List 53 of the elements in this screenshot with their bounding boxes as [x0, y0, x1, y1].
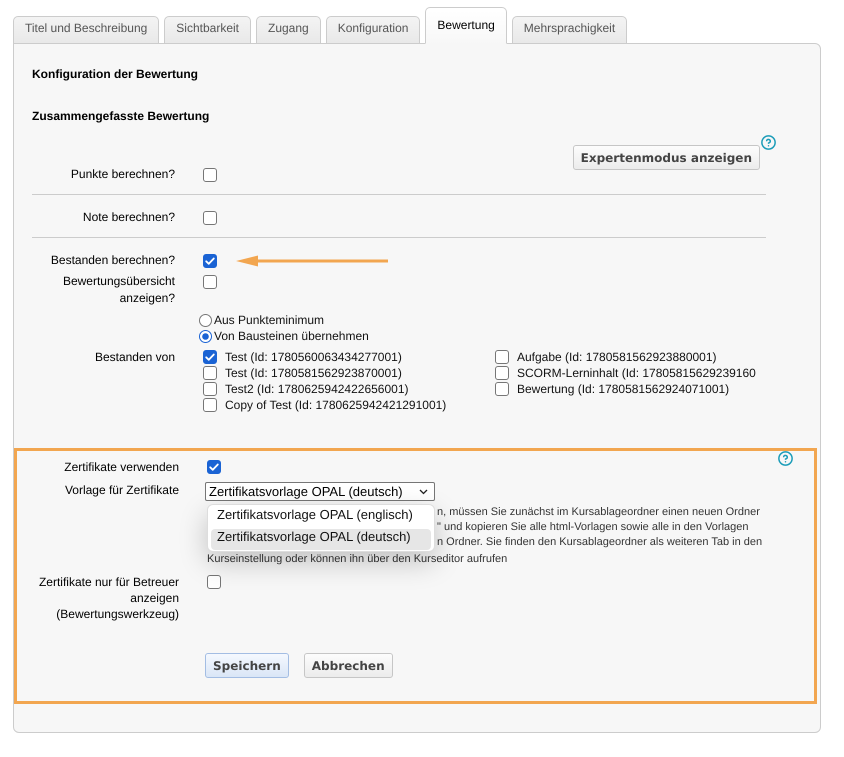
radio-button[interactable] [199, 330, 212, 342]
dropdown-option[interactable]: Zertifikatsvorlage OPAL (englisch) [211, 507, 431, 528]
help-icon[interactable] [778, 451, 793, 466]
field-label: Zertifikate verwenden [63, 459, 179, 475]
subsection-heading: Zusammengefasste Bewertung [32, 108, 210, 124]
tab[interactable]: Mehrsprachigkeit [512, 16, 628, 44]
option-label[interactable]: Test2 (Id: 1780625942422656001) [225, 381, 408, 397]
checkbox[interactable] [207, 460, 221, 474]
help-text: " und kopieren Sie alle html-Vorlagen sowie alle in den Vorlagen [437, 520, 748, 535]
field-label: Punkte berechnen? [70, 166, 175, 183]
radio-button[interactable] [199, 314, 212, 326]
tab[interactable]: Konfiguration [326, 16, 420, 44]
checkbox[interactable] [207, 575, 221, 589]
field-label: Note berechnen? [82, 209, 175, 226]
tab[interactable]: Bewertung [425, 7, 507, 44]
checkbox[interactable] [203, 350, 217, 364]
checkbox[interactable] [203, 274, 217, 288]
option-label[interactable]: SCORM-Lerninhalt (Id: 17805815629239160 [517, 365, 756, 381]
option-label[interactable]: Test (Id: 1780581562923870001) [225, 365, 402, 381]
checkbox[interactable] [203, 366, 217, 380]
cancel-button[interactable]: Abbrechen [304, 653, 393, 678]
help-text: Kurseinstellung oder können ihn über den Kurseditor aufrufen [207, 552, 508, 566]
field-label: Bestanden berechnen? [50, 252, 175, 269]
tab[interactable]: Titel und Beschreibung [13, 16, 160, 44]
tab[interactable]: Zugang [256, 16, 321, 44]
field-label: Vorlage für Zertifikate [64, 482, 179, 498]
option-label[interactable]: Von Bausteinen übernehmen [214, 328, 369, 344]
field-label: Bestanden von [94, 349, 175, 365]
tab[interactable]: Sichtbarkeit [164, 16, 251, 44]
checkbox[interactable] [203, 210, 217, 224]
save-button[interactable]: Speichern [205, 653, 289, 678]
help-text: n, müssen Sie zunächst im Kursablageordner einen neuen Ordner [437, 505, 760, 520]
option-label[interactable]: Aufgabe (Id: 1780581562923880001) [517, 349, 717, 365]
option-label[interactable]: Bewertung (Id: 1780581562924071001) [517, 381, 730, 397]
template-select[interactable]: Zertifikatsvorlage OPAL (deutsch) [205, 482, 435, 501]
option-label[interactable]: Copy of Test (Id: 1780625942421291001) [225, 397, 446, 413]
checkbox[interactable] [495, 366, 509, 380]
chevron-icon [419, 488, 428, 494]
dropdown-option[interactable]: Zertifikatsvorlage OPAL (deutsch) [211, 529, 431, 550]
field-label: Bewertungsübersicht anzeigen? [62, 273, 175, 307]
section-heading: Konfiguration der Bewertung [32, 66, 198, 82]
expert-mode-button[interactable]: Expertenmodus anzeigen [572, 145, 760, 170]
help-icon[interactable] [761, 135, 776, 150]
checkbox[interactable] [203, 168, 217, 182]
field-label: Zertifikate nur für Betreuer anzeigen (Bewertungswerkzeug) [38, 574, 179, 622]
checkbox[interactable] [495, 382, 509, 396]
checkbox[interactable] [203, 382, 217, 396]
checkbox[interactable] [203, 398, 217, 412]
help-text: n Ordner. Sie finden den Kursablageordner als weiteren Tab in den [437, 535, 762, 550]
option-label[interactable]: Aus Punkteminimum [214, 312, 324, 328]
option-label[interactable]: Test (Id: 1780560063434277001) [225, 349, 402, 365]
checkbox[interactable] [203, 254, 217, 268]
checkbox[interactable] [495, 350, 509, 364]
